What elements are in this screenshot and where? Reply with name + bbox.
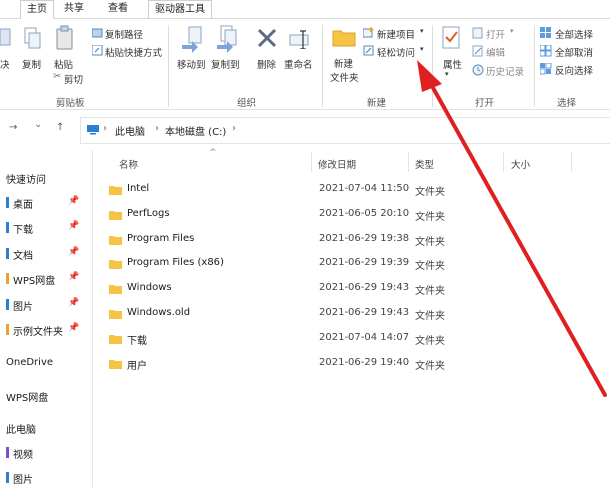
annotation-arrow bbox=[417, 60, 607, 397]
